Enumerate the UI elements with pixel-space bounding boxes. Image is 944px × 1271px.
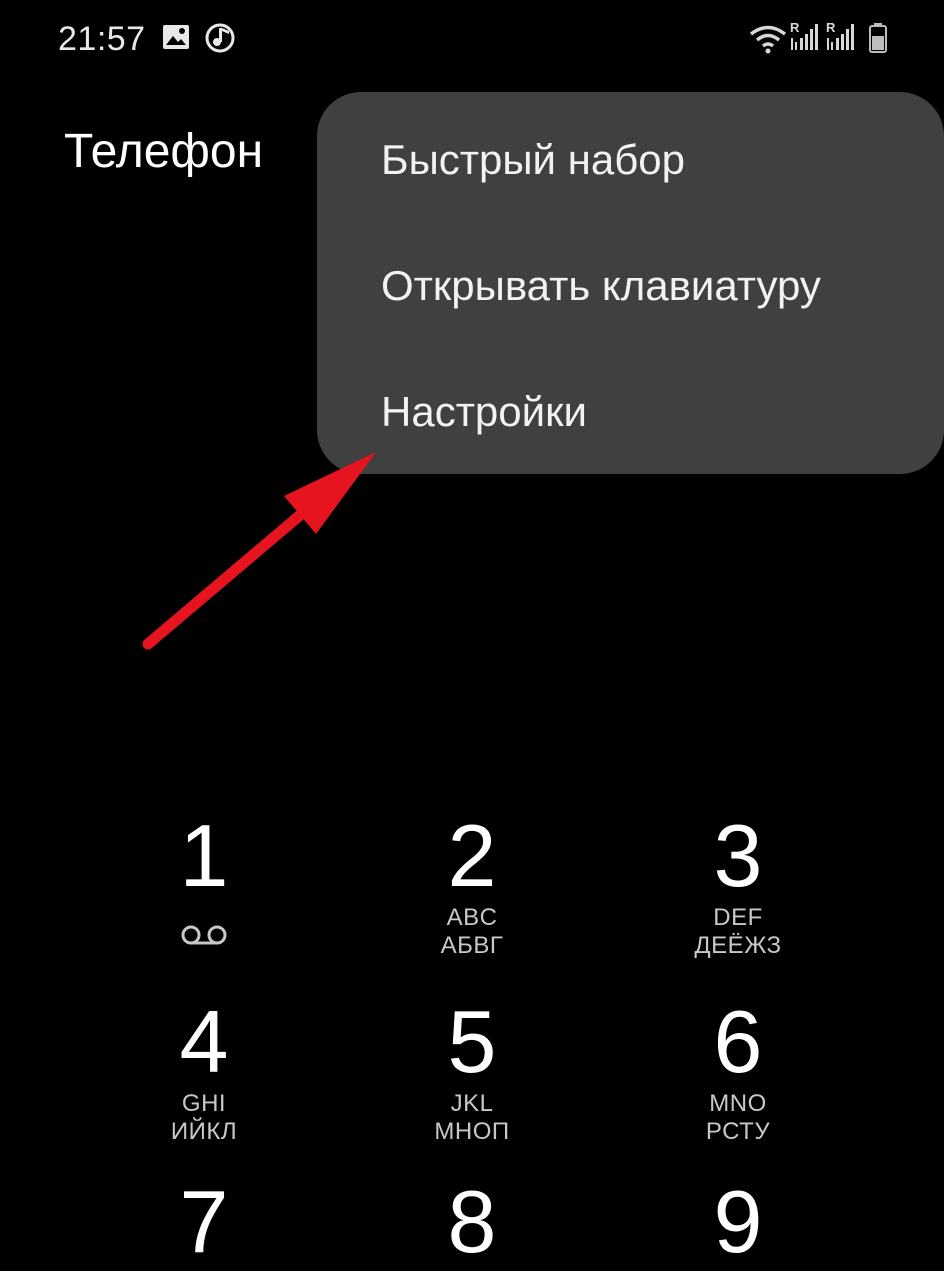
status-bar: 21:57 R R [0,0,944,80]
key-digit: 9 [713,1172,763,1271]
voicemail-icon [104,924,304,953]
roaming-label: R [826,20,836,35]
dialpad: 1 2 ABC АБВГ 3 DEF ДЕЁЖЗ 4 GHI ИЙКЛ 5 JK… [0,800,944,1270]
signal-roaming-icon: R [826,20,858,57]
key-letters-latin: GHI [181,1090,227,1117]
menu-item-settings[interactable]: Настройки [381,388,587,436]
key-digit: 4 [179,992,229,1091]
dialpad-key-7[interactable]: 7 [104,1174,304,1270]
app-title: Телефон [64,125,264,178]
dialpad-key-3[interactable]: 3 DEF ДЕЁЖЗ [638,808,838,960]
key-digit: 1 [179,806,229,905]
key-digit: 7 [179,1172,229,1271]
dialpad-key-5[interactable]: 5 JKL МНОП [372,994,572,1146]
dialpad-key-6[interactable]: 6 MNO РСТУ [638,994,838,1146]
key-letters-latin: ABC [446,904,498,931]
menu-item-speed-dial[interactable]: Быстрый набор [381,136,685,184]
signal-roaming-icon: R [790,20,822,57]
key-letters-latin: MNO [709,1090,767,1117]
key-letters-cyrillic: МНОП [434,1118,510,1145]
dialpad-key-9[interactable]: 9 [638,1174,838,1270]
key-letters-cyrillic: АБВГ [440,932,504,959]
key-digit: 5 [447,992,497,1091]
key-digit: 8 [447,1172,497,1271]
key-digit: 6 [713,992,763,1091]
key-letters-latin: DEF [713,904,763,931]
dialpad-key-1[interactable]: 1 [104,808,304,953]
roaming-label: R [790,20,800,35]
dialpad-key-4[interactable]: 4 GHI ИЙКЛ [104,994,304,1146]
key-digit: 2 [447,806,497,905]
key-letters-cyrillic: ИЙКЛ [170,1118,238,1145]
wifi-icon [748,24,788,59]
dialpad-key-2[interactable]: 2 ABC АБВГ [372,808,572,960]
battery-icon [868,22,888,59]
key-letters-latin: JKL [450,1090,494,1117]
status-time: 21:57 [58,20,146,58]
key-letters-cyrillic: РСТУ [705,1118,771,1145]
overflow-menu: Быстрый набор Открывать клавиатуру Настр… [317,92,944,474]
music-note-icon [204,22,236,59]
gallery-icon [162,24,190,55]
key-letters-cyrillic: ДЕЁЖЗ [694,932,782,959]
dialpad-key-8[interactable]: 8 [372,1174,572,1270]
key-digit: 3 [713,806,763,905]
menu-item-open-keypad[interactable]: Открывать клавиатуру [381,262,821,310]
